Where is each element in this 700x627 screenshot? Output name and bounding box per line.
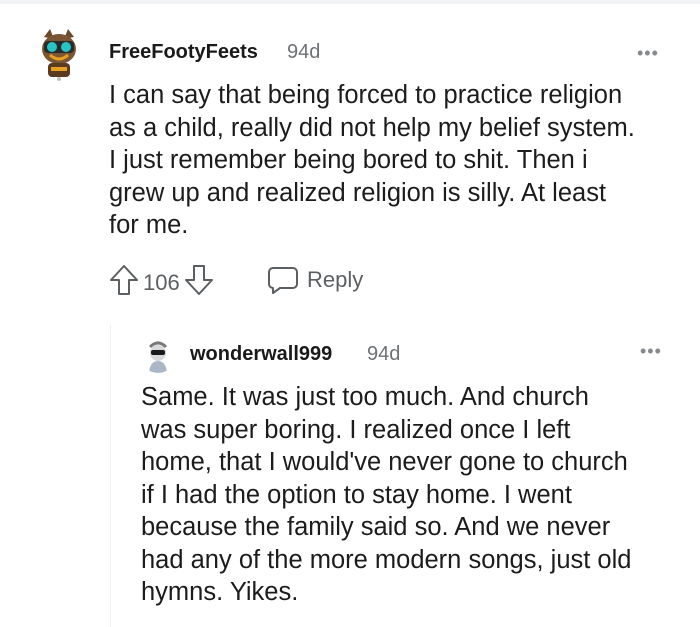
- downvote-arrow-icon: [184, 265, 213, 295]
- more-dots-icon: •••: [637, 43, 659, 63]
- comment-line: grew up and realized religion is silly. …: [109, 178, 607, 207]
- reply-line: because the family said so. And we never: [141, 513, 611, 541]
- user-avatar[interactable]: [36, 27, 82, 81]
- more-dots-icon: •••: [640, 341, 662, 361]
- reply-more-options-button[interactable]: •••: [640, 342, 662, 360]
- comment-timestamp[interactable]: 94d: [287, 41, 320, 64]
- reply-body: Same. It was just too much. And church w…: [141, 381, 631, 609]
- upvote-button[interactable]: [109, 264, 139, 301]
- comment-line: for me.: [109, 211, 189, 239]
- reply-username[interactable]: wonderwall999: [190, 343, 332, 366]
- comment-bubble-icon: [268, 267, 298, 294]
- reply-line: if I had the option to stay home. I went: [141, 480, 572, 509]
- upvote-arrow-icon: [110, 265, 138, 295]
- top-divider: [0, 0, 700, 4]
- reply-user-avatar[interactable]: [140, 337, 176, 373]
- comment-body: I can say that being forced to practice …: [109, 79, 635, 242]
- reply-line: hymns. Yikes.: [141, 578, 299, 606]
- reply-line: home, that I would've never gone to chur…: [141, 448, 628, 476]
- downvote-button[interactable]: [184, 264, 214, 301]
- more-options-button[interactable]: •••: [637, 44, 659, 62]
- reply-label: Reply: [307, 267, 364, 292]
- comment-username[interactable]: FreeFootyFeets: [109, 41, 258, 64]
- thread-line[interactable]: [110, 325, 111, 627]
- reply-line: had any of the more modern songs, just o…: [141, 545, 632, 574]
- comment-line: I can say that being forced to practice …: [109, 81, 623, 109]
- comment-line: I just remember being bored to shit. The…: [109, 146, 588, 174]
- reply-line: was super boring. I realized once I left: [141, 415, 571, 444]
- reply-button[interactable]: Reply: [267, 265, 363, 295]
- reply-timestamp[interactable]: 94d: [367, 343, 400, 366]
- vote-controls: 106: [109, 264, 214, 301]
- vote-count: 106: [143, 269, 180, 295]
- reply-line: Same. It was just too much. And church: [141, 383, 589, 411]
- comment-line: as a child, really did not help my belie…: [109, 113, 635, 142]
